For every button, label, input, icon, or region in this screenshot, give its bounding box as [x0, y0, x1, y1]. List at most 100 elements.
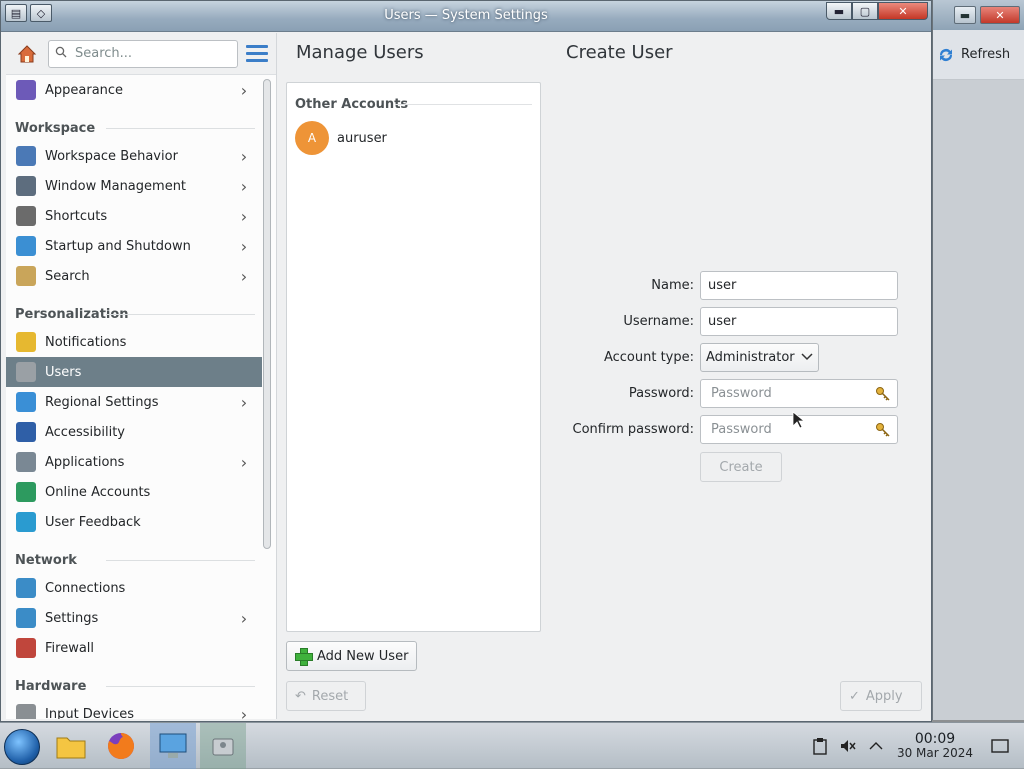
other-accounts-label: Other Accounts: [295, 97, 409, 112]
clock-date: 30 Mar 2024: [896, 746, 974, 760]
checkmark-icon: ✓: [849, 688, 860, 704]
confirm-password-label: Confirm password:: [572, 422, 694, 437]
sidebar-item-label: Search: [45, 268, 90, 284]
startup-shutdown-icon: [16, 236, 36, 256]
chevron-right-icon: ›: [240, 452, 248, 472]
apply-label: Apply: [865, 688, 903, 704]
sidebar-category-workspace: Workspace: [6, 105, 262, 141]
background-window-titlebar[interactable]: ▬ ✕: [933, 0, 1024, 30]
username-label: Username:: [623, 314, 694, 329]
reset-icon: ↶: [295, 688, 306, 704]
sidebar-item-users[interactable]: Users: [6, 357, 262, 387]
sidebar-item-firewall[interactable]: Firewall: [6, 633, 262, 663]
apply-button[interactable]: ✓ Apply: [840, 681, 922, 711]
sidebar-item-window-management[interactable]: Window Management ›: [6, 171, 262, 201]
network-settings-icon: [16, 608, 36, 628]
sidebar-item-label: Shortcuts: [45, 208, 108, 224]
chevron-right-icon: ›: [240, 206, 248, 226]
username-field[interactable]: [700, 307, 898, 336]
chevron-right-icon: ›: [240, 80, 248, 100]
sidebar-item-user-feedback[interactable]: User Feedback: [6, 507, 262, 537]
create-label: Create: [719, 459, 763, 475]
username-input[interactable]: [706, 313, 892, 330]
home-icon[interactable]: [14, 41, 40, 67]
confirm-key-icon[interactable]: [874, 421, 892, 439]
sidebar-category-label: Workspace: [15, 121, 96, 136]
sidebar-item-label: User Feedback: [45, 514, 141, 530]
system-tray: 00:09 30 Mar 2024: [806, 723, 1024, 769]
sidebar-item-startup-and-shutdown[interactable]: Startup and Shutdown ›: [6, 231, 262, 261]
search-icon: [55, 46, 67, 62]
sidebar-item-input-devices[interactable]: Input Devices ›: [6, 699, 262, 719]
background-minimize-button[interactable]: ▬: [954, 6, 976, 24]
name-field[interactable]: [700, 271, 898, 300]
reset-button[interactable]: ↶ Reset: [286, 681, 366, 711]
sidebar-item-search[interactable]: Search ›: [6, 261, 262, 291]
sidebar-item-notifications[interactable]: Notifications: [6, 327, 262, 357]
maximize-button[interactable]: ▢: [852, 2, 878, 20]
name-input[interactable]: [706, 277, 892, 294]
sidebar-item-label: Window Management: [45, 178, 187, 194]
password-key-icon[interactable]: [874, 385, 892, 403]
name-label: Name:: [651, 278, 694, 293]
sidebar-category-personalization: Personalization: [6, 291, 262, 327]
clipboard-icon[interactable]: [806, 732, 834, 760]
users-task[interactable]: [200, 723, 246, 769]
sidebar-item-label: Notifications: [45, 334, 127, 350]
refresh-button[interactable]: Refresh: [961, 47, 1010, 62]
refresh-icon[interactable]: [937, 46, 955, 64]
sidebar-scrollbar[interactable]: [263, 79, 271, 549]
users-page: Manage Users Create User Other Accounts …: [278, 33, 931, 721]
volume-muted-icon[interactable]: [834, 732, 862, 760]
clock[interactable]: 00:09 30 Mar 2024: [890, 732, 980, 760]
confirm-password-input[interactable]: [706, 421, 874, 438]
accounts-section-header: Other Accounts: [287, 83, 540, 118]
hamburger-menu-icon[interactable]: [246, 43, 268, 65]
sidebar-item-applications[interactable]: Applications ›: [6, 447, 262, 477]
minimize-button[interactable]: ▬: [826, 2, 852, 20]
sidebar-header: [6, 33, 276, 75]
sidebar-item-label: Settings: [45, 610, 99, 626]
create-button[interactable]: Create: [700, 452, 782, 482]
sidebar-item-label: Users: [45, 364, 82, 380]
sidebar-category-label: Hardware: [15, 679, 87, 694]
sidebar-item-workspace-behavior[interactable]: Workspace Behavior ›: [6, 141, 262, 171]
sidebar-item-connections[interactable]: Connections: [6, 573, 262, 603]
sidebar-item-label: Startup and Shutdown: [45, 238, 191, 254]
account-type-select[interactable]: Administrator: [700, 343, 819, 372]
sidebar-item-accessibility[interactable]: Accessibility: [6, 417, 262, 447]
start-menu-button[interactable]: [4, 729, 40, 765]
file-manager-task[interactable]: [48, 723, 94, 769]
account-row[interactable]: A auruser: [287, 118, 540, 158]
window-title: Users — System Settings: [384, 8, 548, 23]
sidebar-item-label: Appearance: [45, 82, 124, 98]
chevron-up-icon[interactable]: [862, 732, 890, 760]
sidebar-search[interactable]: [48, 39, 238, 68]
clock-time: 00:09: [914, 731, 956, 747]
add-new-user-button[interactable]: Add New User: [286, 641, 418, 671]
mouse-cursor: [792, 411, 806, 429]
shortcuts-icon: [16, 206, 36, 226]
chevron-right-icon: ›: [240, 392, 248, 412]
show-desktop-icon[interactable]: [986, 732, 1014, 760]
background-close-button[interactable]: ✕: [980, 6, 1020, 24]
sidebar-item-label: Firewall: [45, 640, 95, 656]
system-settings-task[interactable]: [150, 723, 196, 769]
accounts-list: Other Accounts A auruser: [286, 82, 541, 632]
sidebar-item-appearance[interactable]: Appearance ›: [6, 75, 262, 105]
system-settings-window: ▤ ◇ Users — System Settings ▬ ▢ ✕ Appear…: [0, 0, 932, 722]
sidebar-item-shortcuts[interactable]: Shortcuts ›: [6, 201, 262, 231]
background-window[interactable]: ▬ ✕ Refresh: [932, 0, 1024, 720]
firefox-task[interactable]: [98, 723, 144, 769]
sidebar-item-regional-settings[interactable]: Regional Settings ›: [6, 387, 262, 417]
settings-sidebar: Appearance›WorkspaceWorkspace Behavior›W…: [6, 33, 277, 719]
password-input[interactable]: [706, 385, 874, 402]
sidebar-item-online-accounts[interactable]: Online Accounts: [6, 477, 262, 507]
titlebar[interactable]: ▤ ◇ Users — System Settings ▬ ▢ ✕: [1, 1, 931, 32]
close-button[interactable]: ✕: [878, 2, 928, 20]
accessibility-icon: [16, 422, 36, 442]
chevron-down-icon: [801, 350, 813, 365]
search-input[interactable]: [73, 45, 231, 62]
sidebar-item-settings[interactable]: Settings ›: [6, 603, 262, 633]
password-field[interactable]: [700, 379, 898, 408]
